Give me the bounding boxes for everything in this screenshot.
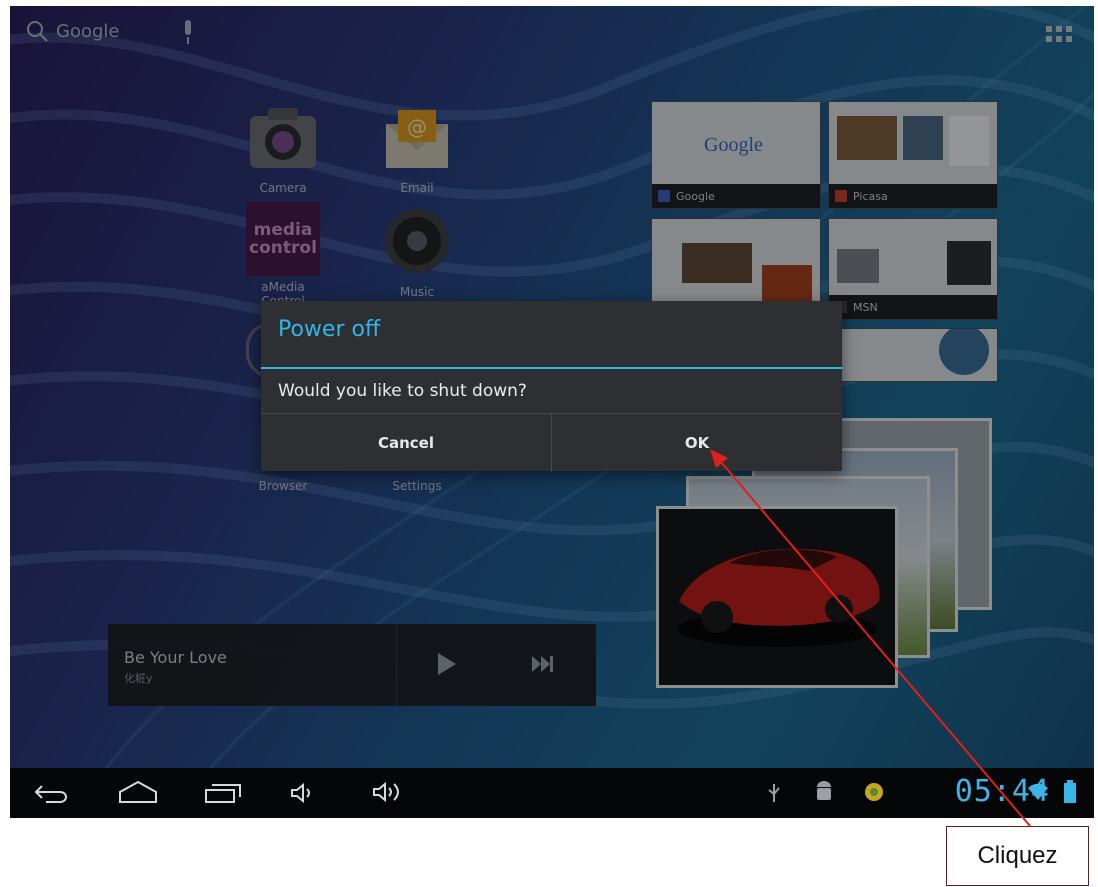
notification-flower-icon [865,783,883,801]
cancel-button[interactable]: Cancel [261,414,551,472]
ok-button[interactable]: OK [551,414,842,472]
usb-icon [768,784,780,802]
volume-up-icon[interactable] [372,780,408,806]
battery-icon [1064,780,1076,803]
dialog-title: Power off [278,317,381,342]
dialog-title-divider [261,367,842,369]
wifi-icon [1028,783,1048,800]
tablet-screen: Google Camera @ Email media control aMed… [10,6,1094,818]
back-icon[interactable] [34,782,70,804]
dialog-message: Would you like to shut down? [278,381,527,401]
power-off-dialog: Power off Would you like to shut down? C… [261,301,842,472]
system-bar: 05:44 [10,768,1094,818]
annotation-callout: Cliquez [946,826,1089,886]
volume-down-icon[interactable] [290,782,318,804]
home-icon[interactable] [118,780,158,804]
dialog-buttons: Cancel OK [261,413,842,472]
recent-apps-icon[interactable] [204,782,242,804]
android-debug-icon [817,781,831,800]
